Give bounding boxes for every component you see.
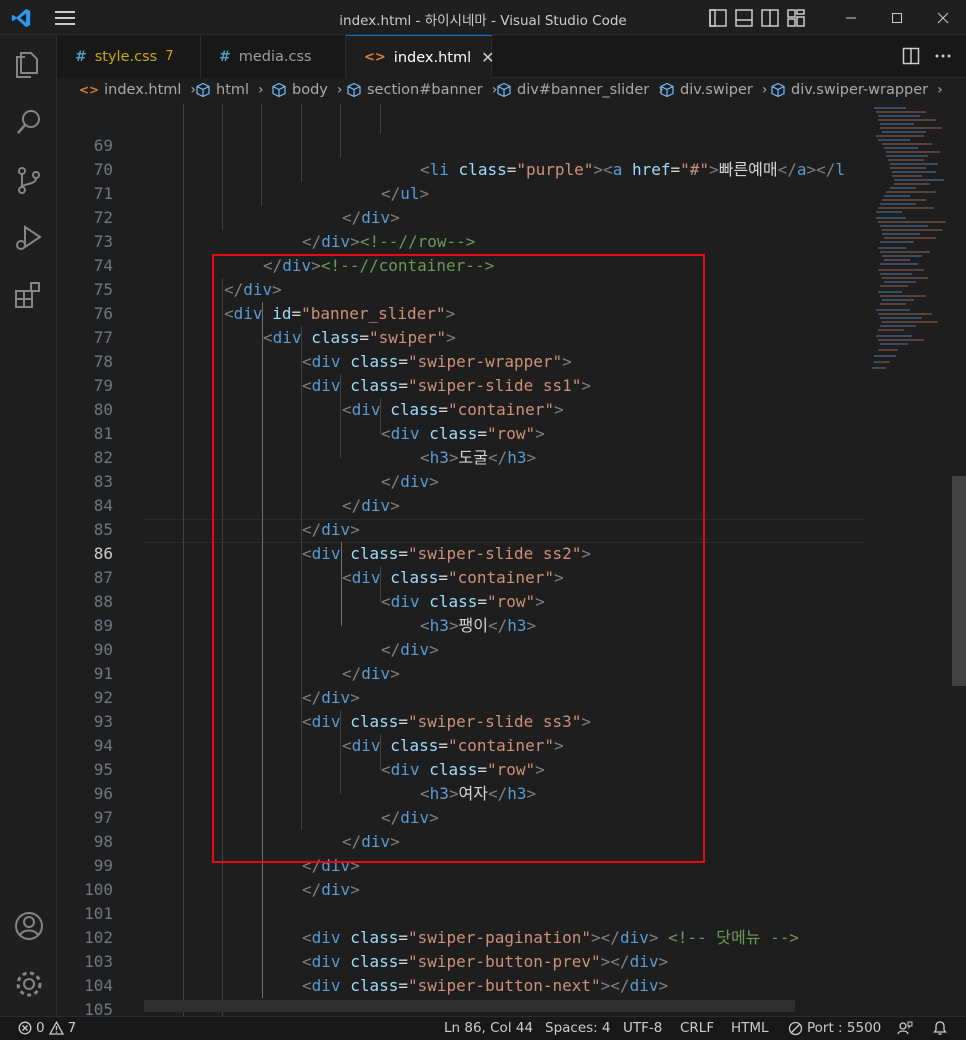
- account-icon[interactable]: [12, 909, 46, 943]
- error-icon: [18, 1021, 32, 1035]
- cube-icon: [771, 82, 785, 98]
- editor-tabs: # style.css 7 # media.css <> index.html …: [57, 35, 966, 79]
- highlight-annotation-box: [212, 254, 705, 863]
- breadcrumb-item[interactable]: div.swiper-wrapper ›: [770, 82, 943, 98]
- close-window-button[interactable]: [920, 0, 966, 35]
- chevron-right-icon: ›: [937, 82, 943, 98]
- scrollbar-thumb[interactable]: [952, 476, 966, 686]
- no-entry-icon: [788, 1021, 803, 1035]
- extensions-icon[interactable]: [12, 279, 46, 313]
- cube-icon: [272, 82, 286, 98]
- breadcrumb-item[interactable]: html ›: [195, 82, 264, 98]
- problems-indicator[interactable]: 0 7: [18, 1020, 76, 1036]
- activity-bar: [0, 35, 57, 1016]
- html-angle-icon: <>: [364, 50, 386, 65]
- minimap[interactable]: [866, 104, 952, 1016]
- source-control-icon[interactable]: [12, 163, 46, 197]
- notifications-bell-icon[interactable]: [932, 1020, 948, 1036]
- cube-icon: [497, 82, 511, 98]
- cube-icon: [196, 82, 210, 98]
- cube-icon: [347, 82, 361, 98]
- language-mode[interactable]: HTML: [731, 1020, 769, 1036]
- toggle-secondary-sidebar-icon[interactable]: [760, 8, 780, 28]
- code-line: 69 <li class="purple"><a href="#">빠른예매</…: [93, 136, 846, 179]
- live-server-port[interactable]: Port : 5500: [788, 1020, 881, 1036]
- code-line: 102 <div class="swiper-button-prev"></di…: [84, 928, 669, 971]
- toggle-primary-sidebar-icon[interactable]: [708, 8, 728, 28]
- code-line: 71 </div>: [93, 184, 400, 227]
- eol-setting[interactable]: CRLF: [680, 1020, 714, 1036]
- settings-gear-icon[interactable]: [12, 967, 46, 1001]
- html-angle-icon: <>: [79, 83, 100, 97]
- code-line: 103 <div class="swiper-button-next"></di…: [84, 952, 669, 995]
- run-debug-icon[interactable]: [12, 221, 46, 255]
- cube-icon: [660, 82, 674, 98]
- search-icon[interactable]: [12, 105, 46, 139]
- tab-label: index.html: [393, 49, 472, 66]
- css-hash-icon: #: [219, 48, 231, 65]
- code-line: 105 </div>: [84, 1000, 113, 1016]
- horizontal-scrollbar[interactable]: [144, 1000, 795, 1012]
- breadcrumb-item[interactable]: div#banner_slider ›: [496, 82, 664, 98]
- tab-label: media.css: [238, 48, 312, 65]
- tab-media-css[interactable]: # media.css: [201, 35, 346, 78]
- breadcrumb-item[interactable]: div.swiper ›: [659, 82, 767, 98]
- breadcrumb-item[interactable]: section#banner ›: [346, 82, 497, 98]
- account-feedback-icon[interactable]: [897, 1020, 913, 1036]
- code-line: 72 </div><!--//row-->: [93, 208, 476, 251]
- code-line: 104: [84, 976, 113, 995]
- split-editor-icon[interactable]: [902, 47, 920, 65]
- explorer-icon[interactable]: [12, 47, 46, 81]
- title-bar: index.html - 하이시네마 - Visual Studio Code: [0, 0, 966, 35]
- minimap-preview: [872, 107, 946, 369]
- breadcrumb-item[interactable]: <> index.html ›: [79, 82, 196, 98]
- tab-label: style.css: [94, 48, 158, 65]
- close-tab-icon[interactable]: ✕: [481, 48, 494, 67]
- code-line: 74 </div>: [93, 256, 282, 299]
- breadcrumb-item[interactable]: body ›: [271, 82, 342, 98]
- window-title: index.html - 하이시네마 - Visual Studio Code: [339, 13, 627, 29]
- toggle-panel-icon[interactable]: [734, 8, 754, 28]
- vertical-scrollbar[interactable]: [952, 104, 966, 1016]
- code-line: 70 </ul>: [93, 160, 430, 203]
- more-actions-icon[interactable]: [934, 47, 952, 65]
- problem-count-badge: 7: [165, 49, 174, 64]
- encoding-setting[interactable]: UTF-8: [623, 1020, 662, 1036]
- indentation-setting[interactable]: Spaces: 4: [545, 1020, 611, 1036]
- css-hash-icon: #: [75, 48, 87, 65]
- breadcrumb: <> index.html › html › body › section#banne…: [57, 78, 966, 104]
- warning-icon: [48, 1021, 64, 1035]
- status-bar: 0 7 Ln 86, Col 44 Spaces: 4 UTF-8 CRLF H…: [0, 1016, 966, 1040]
- chevron-right-icon: ›: [761, 82, 768, 98]
- maximize-button[interactable]: [874, 0, 920, 35]
- tab-index-html[interactable]: <> index.html ✕: [346, 35, 495, 79]
- cursor-position[interactable]: Ln 86, Col 44: [444, 1020, 533, 1036]
- chevron-right-icon: ›: [258, 82, 264, 98]
- customize-layout-icon[interactable]: [786, 8, 806, 28]
- chevron-right-icon: ›: [336, 82, 343, 98]
- tab-style-css[interactable]: # style.css 7: [57, 35, 201, 78]
- minimize-button[interactable]: [828, 0, 874, 35]
- code-line: 101 <div class="swiper-pagination"></div…: [84, 904, 799, 947]
- code-line: 73 </div><!--//container-->: [93, 232, 495, 275]
